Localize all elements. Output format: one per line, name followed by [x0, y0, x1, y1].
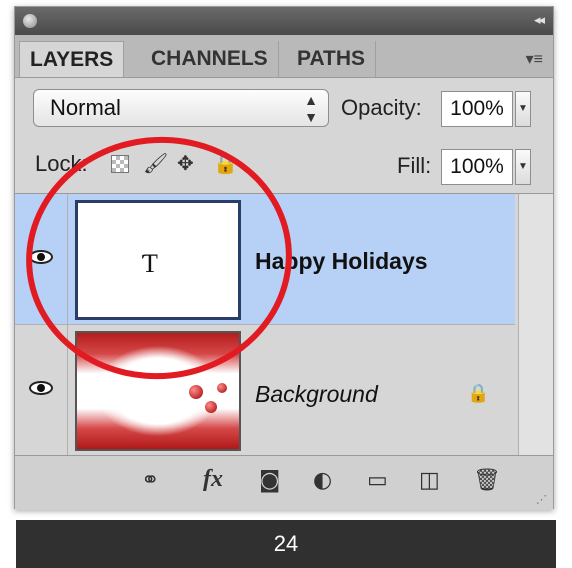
eye-icon — [29, 250, 53, 264]
layer-row-happy-holidays[interactable]: Ƭ Happy Holidays — [15, 194, 515, 325]
ornament — [189, 385, 203, 399]
panel-tabs: LAYERS CHANNELS PATHS ▾≡ — [15, 35, 553, 78]
page-number: 24 — [273, 531, 299, 556]
opacity-dropdown-button[interactable]: ▼ — [515, 91, 531, 127]
text-glyph: Ƭ — [142, 249, 158, 278]
blend-mode-select[interactable]: Normal ▲ ▼ — [33, 89, 329, 127]
lock-label: Lock: — [35, 151, 88, 176]
adjustment-layer-icon[interactable]: ◐ — [313, 468, 332, 493]
lock-image-pixels-icon[interactable]: 🖌 — [143, 151, 168, 176]
tab-layers[interactable]: LAYERS — [19, 41, 125, 77]
panel-menu-icon[interactable]: ▾≡ — [526, 49, 543, 69]
visibility-toggle[interactable] — [15, 194, 68, 324]
eye-icon — [29, 381, 53, 395]
ornament — [217, 383, 227, 393]
fill-input[interactable]: 100% — [441, 149, 513, 185]
opacity-input[interactable]: 100% — [441, 91, 513, 127]
tab-paths[interactable]: PATHS — [287, 41, 377, 77]
layer-thumbnail — [75, 331, 241, 451]
layers-panel: ◂◂ LAYERS CHANNELS PATHS ▾≡ Normal ▲ ▼ Op… — [14, 6, 554, 510]
blend-mode-value: Normal — [50, 95, 121, 120]
close-panel-icon[interactable] — [23, 14, 37, 28]
ornament — [205, 401, 217, 413]
fill-dropdown-button[interactable]: ▼ — [515, 149, 531, 185]
fill-label: Fill: — [397, 153, 432, 178]
fx-icon[interactable]: fx — [203, 466, 223, 493]
lock-icon: 🔒 — [467, 383, 490, 403]
layers-scrollbar[interactable] — [518, 194, 553, 456]
lock-position-icon[interactable]: ✥ — [177, 151, 194, 176]
layer-thumbnail: Ƭ — [75, 200, 241, 320]
panel-footer: ⚭ fx ◙ ◐ ▭ ◫ 🗑 ⋰ — [15, 455, 553, 510]
layer-mask-icon[interactable]: ◙ — [259, 468, 280, 493]
lock-transparent-pixels-icon[interactable] — [111, 155, 129, 173]
select-arrows-icon: ▲ ▼ — [304, 92, 318, 125]
panel-titlebar: ◂◂ — [15, 7, 553, 35]
page-number-bar: 24 — [16, 520, 556, 568]
layers-list: Ƭ Happy Holidays Background 🔒 — [15, 193, 553, 456]
new-group-icon[interactable]: ▭ — [367, 468, 388, 493]
resize-grip-icon[interactable]: ⋰ — [536, 493, 547, 506]
new-layer-icon[interactable]: ◫ — [419, 468, 440, 493]
lock-all-icon[interactable]: 🔒 — [213, 151, 238, 176]
link-layers-icon[interactable]: ⚭ — [141, 468, 159, 493]
tab-channels[interactable]: CHANNELS — [141, 41, 279, 77]
opacity-label: Opacity: — [341, 95, 422, 120]
layer-row-background[interactable]: Background 🔒 — [15, 325, 515, 456]
trash-icon[interactable]: 🗑 — [473, 468, 501, 493]
layer-name[interactable]: Background — [255, 381, 378, 408]
collapse-icon[interactable]: ◂◂ — [534, 12, 545, 28]
layer-name[interactable]: Happy Holidays — [255, 248, 428, 275]
visibility-toggle[interactable] — [15, 325, 68, 455]
